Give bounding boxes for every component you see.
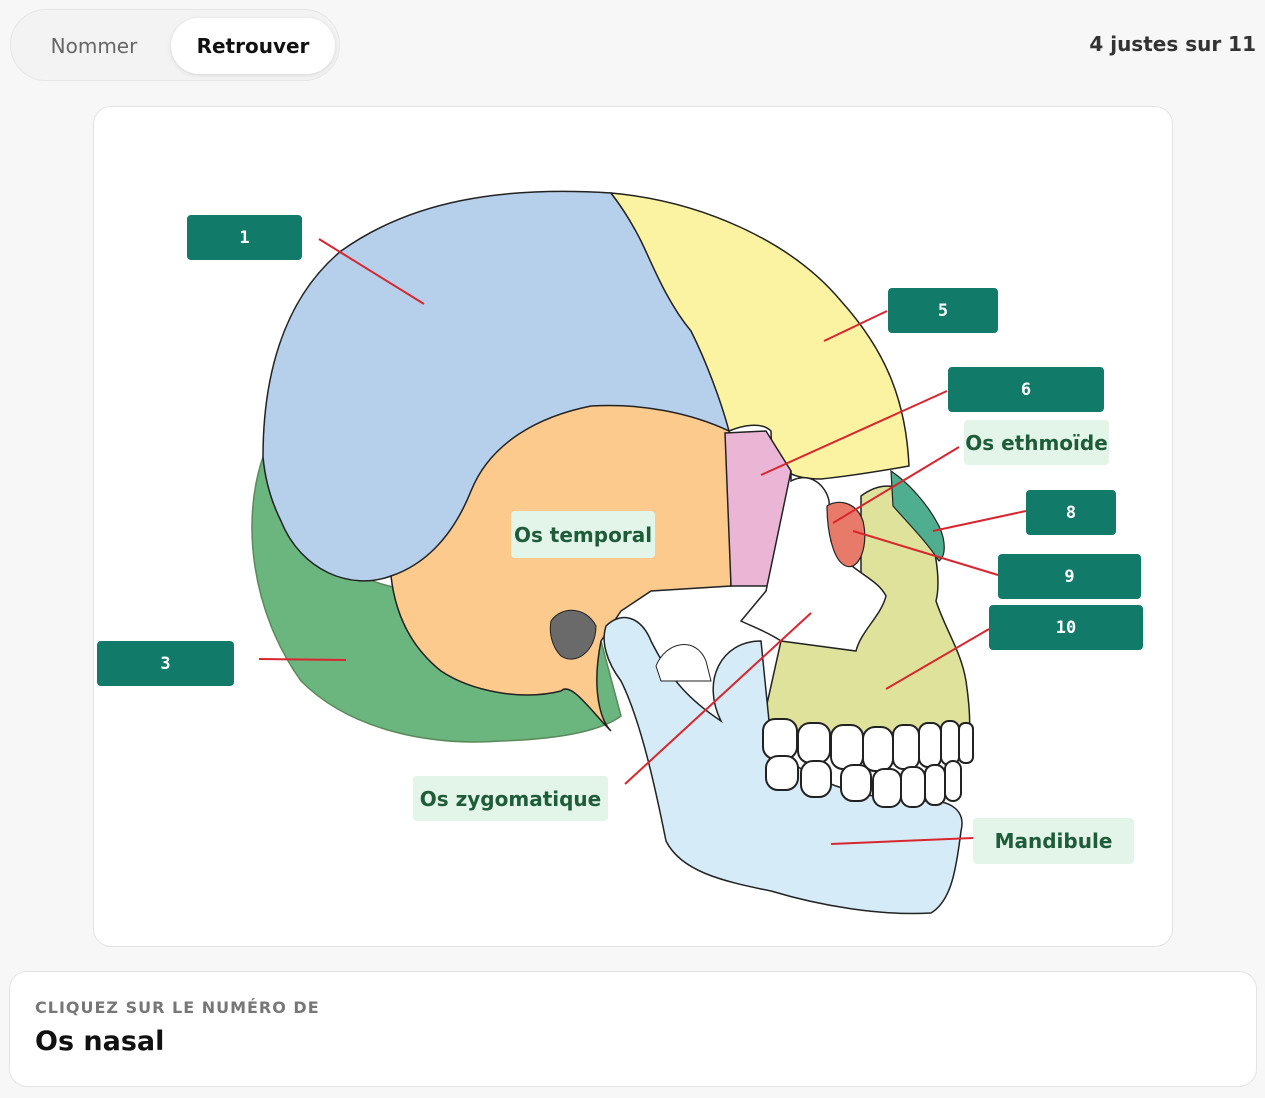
question-target: Os nasal <box>35 1026 165 1057</box>
label-os-ethmoide: Os ethmoïde <box>964 420 1109 465</box>
question-panel: CLIQUEZ SUR LE NUMÉRO DE Os nasal <box>9 971 1257 1087</box>
label-os-zygomatique: Os zygomatique <box>413 776 608 821</box>
label-os-temporal: Os temporal <box>511 511 655 558</box>
mode-toggle: Nommer Retrouver <box>10 9 340 81</box>
marker-10[interactable]: 10 <box>989 605 1143 650</box>
mode-retrouver-button[interactable]: Retrouver <box>171 18 335 74</box>
mandible-notch <box>655 644 712 682</box>
marker-1[interactable]: 1 <box>187 215 302 260</box>
marker-3[interactable]: 3 <box>97 641 234 686</box>
label-mandibule: Mandibule <box>973 818 1134 864</box>
mode-nommer-button[interactable]: Nommer <box>29 18 159 74</box>
marker-6[interactable]: 6 <box>948 367 1104 412</box>
marker-5[interactable]: 5 <box>888 288 998 333</box>
marker-8[interactable]: 8 <box>1026 490 1116 535</box>
marker-9[interactable]: 9 <box>998 554 1141 599</box>
score-counter: 4 justes sur 11 <box>1089 32 1256 56</box>
question-instruction: CLIQUEZ SUR LE NUMÉRO DE <box>35 998 320 1017</box>
